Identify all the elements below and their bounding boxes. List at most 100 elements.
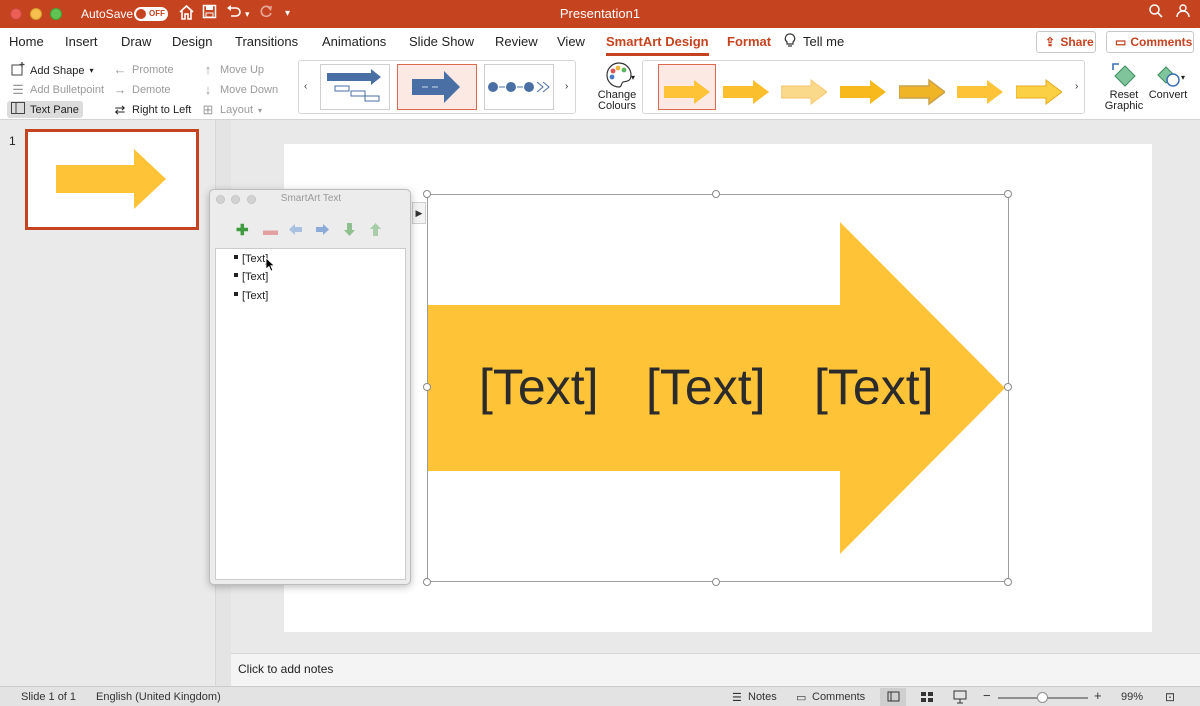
search-icon[interactable]	[1149, 4, 1163, 24]
autosave-label: AutoSave	[81, 7, 134, 21]
tab-draw[interactable]: Draw	[121, 34, 151, 49]
right-to-left-button[interactable]: ⇄ Right to Left	[113, 102, 192, 118]
change-colours-button[interactable]: ▾ Change Colours	[595, 60, 639, 112]
change-colours-label-2: Colours	[598, 100, 636, 112]
gallery-next-icon[interactable]: ›	[565, 81, 568, 92]
autosave-state: OFF	[149, 9, 165, 18]
smartart-text-list[interactable]: [Text] [Text] [Text]	[215, 248, 406, 580]
style-option-2[interactable]	[723, 78, 769, 106]
tab-transitions[interactable]: Transitions	[235, 34, 298, 49]
resize-handle-top[interactable]	[712, 190, 720, 198]
resize-handle-bottom-right[interactable]	[1004, 578, 1012, 586]
comments-button[interactable]: ▭ Comments	[1106, 31, 1194, 53]
layout-option-2[interactable]	[397, 64, 477, 110]
zoom-slider-knob[interactable]	[1037, 692, 1048, 703]
tab-view[interactable]: View	[557, 34, 585, 49]
comments-toggle-button[interactable]: Comments	[812, 691, 865, 703]
tab-review[interactable]: Review	[495, 34, 538, 49]
arrow-right-icon: →	[113, 82, 127, 97]
notes-placeholder: Click to add notes	[238, 662, 334, 676]
list-item[interactable]: [Text]	[234, 290, 268, 302]
minimize-window-button[interactable]	[30, 8, 42, 20]
customize-toolbar-icon[interactable]: ▾	[285, 4, 290, 24]
convert-label: Convert	[1148, 89, 1188, 101]
tab-smartart-design[interactable]: SmartArt Design	[606, 34, 709, 56]
slide-counter: Slide 1 of 1	[21, 691, 77, 703]
move-up-arrow-icon	[369, 223, 382, 239]
convert-button[interactable]: ▾ Convert	[1147, 60, 1189, 101]
promote-label: Promote	[132, 63, 174, 76]
chevron-down-icon: ▾	[1181, 73, 1186, 82]
add-shape-icon	[11, 62, 25, 79]
close-window-button[interactable]	[10, 8, 22, 20]
style-option-5[interactable]	[899, 78, 945, 106]
notes-pane[interactable]: Click to add notes	[231, 653, 1200, 686]
share-button[interactable]: ⇪ Share	[1036, 31, 1096, 53]
gallery-prev-icon[interactable]: ‹	[304, 81, 307, 92]
home-icon[interactable]	[178, 4, 195, 27]
resize-handle-bottom[interactable]	[712, 578, 720, 586]
slide-thumbnails-panel: 1	[0, 120, 215, 686]
arrow-down-icon: ↓	[204, 82, 212, 97]
slide-sorter-icon	[921, 692, 933, 702]
tab-animations[interactable]: Animations	[322, 34, 386, 49]
promote-button: ← Promote	[113, 62, 174, 77]
comments-label: Comments	[1130, 35, 1193, 49]
resize-handle-top-left[interactable]	[423, 190, 431, 198]
style-option-7[interactable]	[1016, 78, 1062, 106]
zoom-window-button[interactable]	[50, 8, 62, 20]
fit-to-window-icon[interactable]: ⊡	[1165, 690, 1175, 704]
reset-graphic-button[interactable]: Reset Graphic	[1103, 60, 1145, 112]
style-option-6[interactable]	[957, 78, 1003, 106]
resize-handle-top-right[interactable]	[1004, 190, 1012, 198]
save-icon[interactable]	[202, 4, 217, 25]
notes-toggle-icon: ☰	[732, 692, 742, 704]
list-item[interactable]: [Text]	[234, 271, 268, 283]
resize-handle-right[interactable]	[1004, 383, 1012, 391]
autosave-toggle[interactable]: OFF	[134, 7, 168, 21]
text-pane-toggle[interactable]: Text Pane	[7, 101, 83, 118]
slide-thumbnail[interactable]	[25, 129, 199, 230]
demote-button: → Demote	[113, 82, 171, 97]
add-bullet-icon[interactable]: ✚	[236, 223, 249, 238]
tab-insert[interactable]: Insert	[65, 34, 98, 49]
language-indicator[interactable]: English (United Kingdom)	[96, 691, 221, 703]
zoom-level[interactable]: 99%	[1121, 691, 1143, 703]
presenter-icon	[953, 690, 967, 704]
smartart-text-pane: SmartArt Text ✚ ▬ [Text] [Text] [Text]	[209, 189, 411, 585]
layout-option-1[interactable]	[320, 64, 390, 110]
resize-handle-left[interactable]	[423, 383, 431, 391]
layout-gallery: ‹ ›	[298, 60, 576, 114]
style-option-4[interactable]	[840, 78, 886, 106]
text-pane-collapse-toggle[interactable]: ▶	[412, 202, 426, 224]
styles-next-icon[interactable]: ›	[1075, 81, 1078, 92]
notes-toggle-button[interactable]: Notes	[748, 691, 777, 703]
tab-format[interactable]: Format	[727, 34, 771, 49]
account-icon[interactable]	[1176, 4, 1190, 24]
share-icon: ⇪	[1045, 35, 1056, 49]
pane-title: SmartArt Text	[280, 193, 342, 204]
tab-slide-show[interactable]: Slide Show	[409, 34, 474, 49]
demote-right-icon	[316, 223, 329, 239]
undo-dropdown-icon[interactable]: ▾	[245, 4, 250, 24]
zoom-in-button[interactable]: +	[1094, 688, 1102, 703]
normal-view-button[interactable]	[880, 688, 906, 706]
slide-show-view-button[interactable]	[947, 688, 973, 706]
undo-icon[interactable]	[225, 4, 243, 26]
tab-design[interactable]: Design	[172, 34, 212, 49]
slide-sorter-button[interactable]	[914, 688, 940, 706]
style-option-3[interactable]	[781, 78, 827, 106]
comment-icon: ▭	[796, 692, 807, 704]
layout-preview-1	[327, 69, 381, 102]
list-item[interactable]: [Text]	[234, 253, 268, 265]
add-shape-button[interactable]: Add Shape ▾	[11, 62, 93, 79]
move-down-arrow-icon	[343, 223, 356, 239]
list-item-text: [Text]	[242, 271, 269, 283]
resize-handle-bottom-left[interactable]	[423, 578, 431, 586]
layout-option-3[interactable]	[484, 64, 554, 110]
tab-home[interactable]: Home	[9, 34, 44, 49]
zoom-out-button[interactable]: −	[983, 688, 991, 703]
move-up-label: Move Up	[220, 63, 265, 76]
tell-me-search[interactable]: Tell me	[803, 34, 844, 49]
smartart-styles-gallery: ›	[642, 60, 1085, 114]
